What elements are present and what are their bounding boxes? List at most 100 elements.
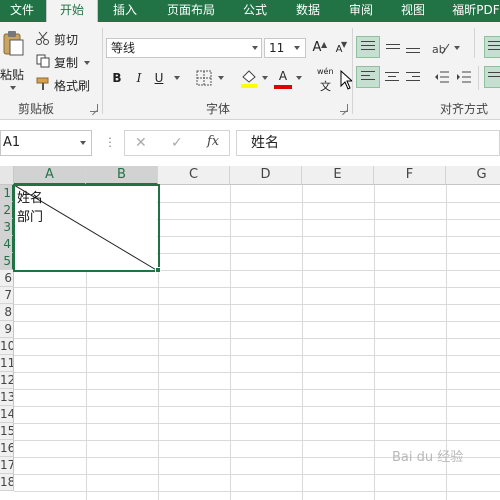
increase-indent-icon[interactable]	[456, 70, 472, 84]
group-divider	[478, 66, 479, 90]
phonetic-guide-top[interactable]: wén	[317, 67, 334, 76]
row-header[interactable]: 6	[0, 270, 14, 287]
tab-foxit-pdf[interactable]: 福昕PDF	[446, 0, 500, 22]
orientation-dropdown-caret[interactable]	[454, 46, 460, 50]
tab-formulas[interactable]: 公式	[232, 0, 278, 22]
cancel-icon[interactable]: ✕	[135, 135, 147, 151]
row-header[interactable]: 5	[0, 253, 14, 270]
format-painter-icon[interactable]	[36, 77, 50, 91]
select-all-corner[interactable]	[0, 166, 14, 185]
row-header[interactable]: 1	[0, 185, 14, 202]
borders-dropdown-caret[interactable]	[218, 76, 224, 80]
align-left-button[interactable]	[356, 66, 380, 88]
grid-line	[14, 389, 500, 390]
more-options-icon[interactable]: ⋮	[104, 136, 116, 148]
row-header[interactable]: 13	[0, 389, 14, 406]
column-header-g[interactable]: G	[446, 166, 500, 185]
font-name-select[interactable]: 等线	[106, 38, 262, 58]
tab-file[interactable]: 文件	[0, 0, 44, 22]
row-header[interactable]: 18	[0, 474, 14, 491]
tab-review[interactable]: 审阅	[338, 0, 384, 22]
scissors-icon[interactable]	[36, 31, 50, 45]
decrease-indent-icon[interactable]	[434, 70, 450, 84]
grid-line	[14, 474, 500, 475]
wrap-text-button[interactable]	[484, 36, 500, 58]
shrink-font-arrow-icon: ▼	[341, 40, 348, 49]
column-header-b[interactable]: B	[86, 166, 158, 185]
row-header[interactable]: 11	[0, 355, 14, 372]
grid-line	[230, 185, 231, 500]
bold-button[interactable]: B	[108, 68, 126, 88]
cut-button[interactable]: 剪切	[54, 31, 78, 48]
name-box-dropdown-caret[interactable]	[80, 141, 86, 145]
insert-function-icon[interactable]: fx	[207, 134, 219, 149]
row-header[interactable]: 17	[0, 457, 14, 474]
clipboard-dialog-launcher[interactable]	[90, 104, 98, 112]
phonetic-guide-bottom[interactable]: 文	[320, 78, 331, 94]
underline-button[interactable]: U	[150, 68, 168, 88]
tab-data[interactable]: 数据	[284, 0, 332, 22]
column-header-d[interactable]: D	[230, 166, 302, 185]
column-header-c[interactable]: C	[158, 166, 230, 185]
row-header[interactable]: 10	[0, 338, 14, 355]
italic-button[interactable]: I	[130, 68, 148, 88]
underline-dropdown-caret[interactable]	[174, 76, 180, 80]
font-color-swatch	[274, 85, 292, 89]
row-header[interactable]: 7	[0, 287, 14, 304]
group-divider	[352, 28, 353, 114]
worksheet-grid[interactable]: A B C D E F G 1 2 3 4 5 6 7 8 9 10 11 12…	[0, 166, 500, 500]
clipboard-icon	[2, 30, 24, 56]
row-header[interactable]: 12	[0, 372, 14, 389]
column-header-a[interactable]: A	[14, 166, 86, 185]
row-header[interactable]: 15	[0, 423, 14, 440]
baidu-watermark: Bai du 经验	[392, 450, 464, 465]
grid-line	[14, 355, 500, 356]
format-painter-button[interactable]: 格式刷	[54, 77, 90, 94]
font-name-dropdown-caret[interactable]	[252, 46, 258, 50]
grid-line	[302, 185, 303, 500]
row-header[interactable]: 4	[0, 236, 14, 253]
column-header-e[interactable]: E	[302, 166, 374, 185]
tab-insert[interactable]: 插入	[102, 0, 148, 22]
align-right-icon[interactable]	[406, 72, 420, 84]
font-group-label: 字体	[206, 102, 231, 116]
copy-icon[interactable]	[36, 54, 50, 68]
column-header-f[interactable]: F	[374, 166, 446, 185]
copy-dropdown-caret[interactable]	[84, 61, 90, 65]
row-header[interactable]: 8	[0, 304, 14, 321]
font-color-button[interactable]: A	[274, 66, 292, 86]
tab-page-layout[interactable]: 页面布局	[156, 0, 226, 22]
tab-view[interactable]: 视图	[388, 0, 438, 22]
font-dialog-launcher[interactable]	[340, 104, 348, 112]
copy-button[interactable]: 复制	[54, 54, 78, 71]
middle-align-icon[interactable]	[386, 44, 400, 52]
name-box[interactable]: A1	[0, 130, 92, 156]
row-header[interactable]: 2	[0, 202, 14, 219]
bottom-align-icon[interactable]	[406, 48, 420, 56]
formula-input[interactable]: 姓名	[236, 130, 500, 156]
enter-icon[interactable]: ✓	[171, 135, 183, 151]
fill-color-icon[interactable]	[240, 68, 258, 88]
paste-dropdown-caret[interactable]	[10, 86, 16, 90]
top-align-button[interactable]	[356, 36, 380, 58]
fill-color-dropdown-caret[interactable]	[262, 76, 268, 80]
ribbon-home: 粘贴 剪切 复制 格式刷 剪贴板 等线 11 A ▲ A ▼ B I U A w…	[0, 22, 500, 120]
row-header[interactable]: 3	[0, 219, 14, 236]
orientation-icon[interactable]: ab	[432, 40, 450, 56]
font-color-dropdown-caret[interactable]	[296, 76, 302, 80]
grid-line	[14, 406, 500, 407]
row-header[interactable]: 14	[0, 406, 14, 423]
paste-button[interactable]: 粘贴	[0, 66, 24, 83]
merge-center-button[interactable]	[484, 66, 500, 88]
font-size-dropdown-caret[interactable]	[294, 46, 300, 50]
row-header[interactable]: 16	[0, 440, 14, 457]
grid-line	[14, 287, 500, 288]
borders-icon[interactable]	[196, 70, 212, 86]
fill-handle[interactable]	[155, 267, 161, 273]
grid-line	[14, 440, 500, 441]
formula-buttons: ✕ ✓ fx	[124, 130, 230, 156]
grid-line	[14, 304, 500, 305]
tab-home[interactable]: 开始	[46, 0, 98, 22]
align-center-icon[interactable]	[385, 72, 399, 84]
row-header[interactable]: 9	[0, 321, 14, 338]
